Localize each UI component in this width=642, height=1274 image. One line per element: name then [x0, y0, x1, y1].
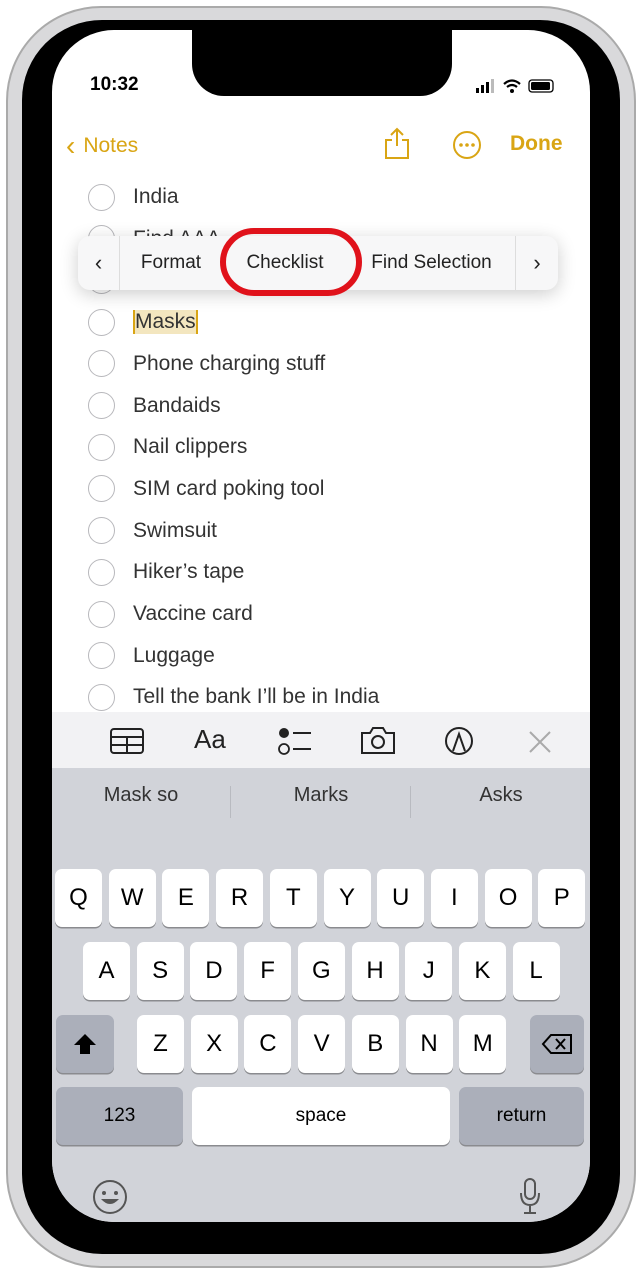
chevron-right-icon: ›: [533, 250, 541, 275]
key-w[interactable]: W: [108, 869, 156, 927]
menu-item-format[interactable]: Format: [120, 236, 222, 290]
item-text: Luggage: [133, 643, 215, 667]
chevron-left-icon: ‹: [94, 250, 103, 275]
item-text: Hiker’s tape: [133, 560, 245, 584]
checklist-item[interactable]: SIM card poking tool: [88, 474, 324, 504]
checklist-item[interactable]: Tell the bank I’ll be in India: [88, 682, 379, 712]
item-text: Phone charging stuff: [133, 351, 326, 375]
share-icon[interactable]: [382, 126, 412, 160]
key-i[interactable]: I: [430, 869, 478, 927]
key-m[interactable]: M: [459, 1015, 507, 1073]
key-b[interactable]: B: [351, 1015, 399, 1073]
checklist-item[interactable]: Swimsuit: [88, 516, 217, 546]
formatting-toolbar: Aa: [52, 712, 590, 768]
key-g[interactable]: G: [297, 942, 345, 1000]
checklist-item[interactable]: Bandaids: [88, 391, 221, 421]
space-key[interactable]: space: [192, 1087, 450, 1145]
text-format-icon[interactable]: Aa: [194, 724, 226, 755]
status-icons: [476, 79, 554, 93]
item-text: Bandaids: [133, 393, 221, 417]
done-button[interactable]: Done: [510, 132, 563, 156]
checkbox[interactable]: [88, 683, 115, 711]
emoji-icon[interactable]: [92, 1179, 128, 1215]
checkbox[interactable]: [88, 350, 115, 378]
notch: [192, 30, 452, 96]
checklist-item[interactable]: Vaccine card: [88, 599, 253, 629]
menu-next-button[interactable]: ›: [516, 236, 558, 290]
key-j[interactable]: J: [405, 942, 453, 1000]
key-o[interactable]: O: [484, 869, 532, 927]
checklist-item[interactable]: Masks: [88, 307, 198, 337]
checkbox[interactable]: [88, 308, 115, 336]
back-label: Notes: [83, 134, 139, 157]
shift-icon: [74, 1034, 96, 1054]
item-text: Masks: [133, 310, 198, 335]
table-icon[interactable]: [110, 728, 144, 754]
key-q[interactable]: Q: [55, 869, 102, 927]
suggestion-3[interactable]: Asks: [412, 784, 590, 807]
shift-key[interactable]: [56, 1015, 114, 1073]
highlight-circle: [220, 228, 362, 296]
key-t[interactable]: T: [269, 869, 317, 927]
checkbox[interactable]: [88, 183, 115, 211]
divider: [410, 786, 411, 818]
key-n[interactable]: N: [405, 1015, 453, 1073]
divider: [230, 786, 231, 818]
key-r[interactable]: R: [216, 869, 264, 927]
keyboard: Mask so Marks Asks QWERTYUIOP ASDFGHJKL ZX…: [52, 768, 590, 1222]
checklist-item[interactable]: India: [88, 182, 179, 212]
checklist-item[interactable]: Hiker’s tape: [88, 557, 244, 587]
key-e[interactable]: E: [162, 869, 210, 927]
key-y[interactable]: Y: [323, 869, 371, 927]
key-f[interactable]: F: [244, 942, 292, 1000]
item-text: Vaccine card: [133, 602, 253, 625]
key-s[interactable]: S: [136, 942, 184, 1000]
checkbox[interactable]: [88, 517, 115, 545]
key-h[interactable]: H: [351, 942, 399, 1000]
microphone-icon[interactable]: [518, 1177, 542, 1215]
checklist-item[interactable]: Phone charging stuff: [88, 349, 325, 379]
key-a[interactable]: A: [83, 942, 130, 1000]
markup-icon[interactable]: [444, 726, 474, 756]
checkbox[interactable]: [88, 392, 115, 419]
suggestion-2[interactable]: Marks: [232, 784, 410, 807]
key-u[interactable]: U: [377, 869, 425, 927]
back-button[interactable]: ‹ Notes: [66, 130, 138, 162]
item-text: Swimsuit: [133, 518, 218, 542]
delete-key[interactable]: [530, 1015, 584, 1073]
checklist-item[interactable]: Luggage: [88, 641, 215, 671]
checkbox[interactable]: [88, 475, 115, 503]
key-x[interactable]: X: [190, 1015, 238, 1073]
checkbox[interactable]: [88, 600, 115, 628]
ellipsis-circle-icon[interactable]: [452, 130, 482, 160]
suggestion-1[interactable]: Mask so: [52, 784, 230, 807]
key-p[interactable]: P: [538, 869, 586, 927]
item-text: Nail clippers: [133, 435, 248, 459]
status-time: 10:32: [90, 74, 139, 95]
camera-icon[interactable]: [360, 726, 396, 754]
chevron-left-icon: ‹: [66, 130, 76, 161]
numbers-key[interactable]: 123: [56, 1087, 183, 1145]
delete-icon: [541, 1034, 572, 1054]
key-k[interactable]: K: [458, 942, 506, 1000]
key-l[interactable]: L: [512, 942, 560, 1000]
key-d[interactable]: D: [190, 942, 238, 1000]
key-v[interactable]: V: [298, 1015, 346, 1073]
checkbox[interactable]: [88, 642, 115, 670]
key-z[interactable]: Z: [137, 1015, 184, 1073]
checkbox[interactable]: [88, 558, 115, 586]
checklist-icon[interactable]: [278, 726, 312, 756]
menu-prev-button[interactable]: ‹: [78, 236, 120, 290]
item-text: Tell the bank I’ll be in India: [133, 685, 380, 709]
key-c[interactable]: C: [244, 1015, 292, 1073]
item-text: India: [133, 185, 179, 208]
checklist-item[interactable]: Nail clippers: [88, 432, 247, 462]
return-key[interactable]: return: [459, 1087, 584, 1145]
checkbox[interactable]: [88, 433, 115, 461]
menu-item-find-selection[interactable]: Find Selection: [348, 236, 516, 290]
screen: 10:32 ‹ Notes Done IndiaFind AAAMasksPho…: [52, 30, 590, 1222]
item-text: SIM card poking tool: [133, 476, 325, 500]
close-icon[interactable]: [528, 730, 552, 754]
